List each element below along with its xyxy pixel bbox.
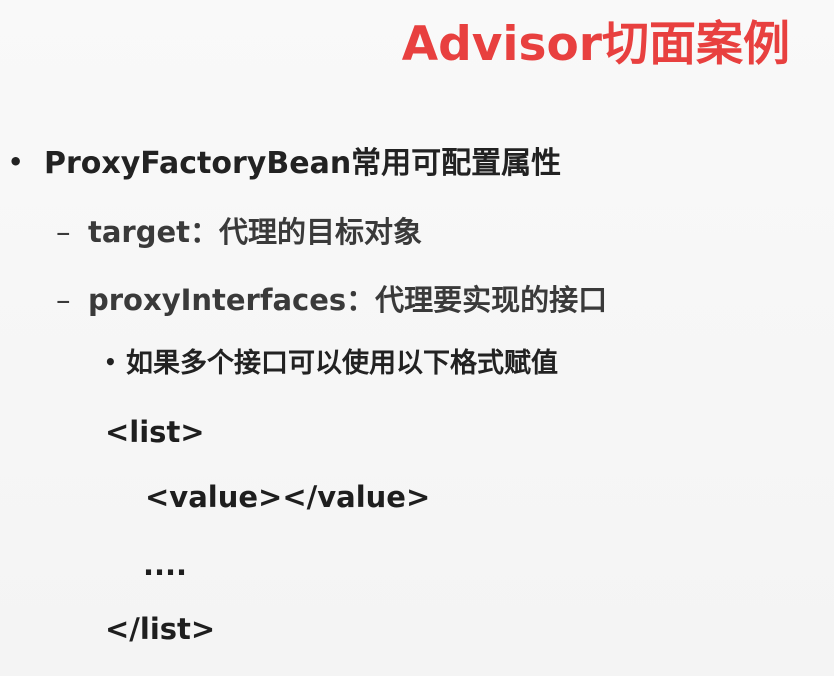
code-line-value: <value></value> bbox=[145, 480, 431, 514]
bullet-item-proxy-interfaces: – proxyInterfaces：代理要实现的接口 bbox=[56, 283, 607, 318]
bullet-item-level3: • 如果多个接口可以使用以下格式赋值 bbox=[104, 348, 558, 380]
code-line-ellipsis: .... bbox=[143, 548, 188, 582]
slide: Advisor切面案例 • ProxyFactoryBean常用可配置属性 – ta… bbox=[0, 0, 834, 676]
slide-title: Advisor切面案例 bbox=[401, 17, 790, 72]
bullet-text: target：代理的目标对象 bbox=[88, 215, 423, 249]
bullet-dash-icon: – bbox=[56, 215, 71, 249]
bullet-item-level1: • ProxyFactoryBean常用可配置属性 bbox=[8, 146, 561, 182]
bullet-item-target: – target：代理的目标对象 bbox=[56, 215, 422, 250]
bullet-dot-icon: • bbox=[8, 148, 24, 176]
bullet-text: ProxyFactoryBean常用可配置属性 bbox=[44, 146, 562, 181]
bullet-dash-icon: – bbox=[56, 283, 71, 317]
bullet-dot-icon: • bbox=[104, 350, 117, 374]
code-line-list-close: </list> bbox=[105, 612, 216, 646]
bullet-text: proxyInterfaces：代理要实现的接口 bbox=[88, 283, 608, 317]
bullet-text: 如果多个接口可以使用以下格式赋值 bbox=[126, 348, 558, 379]
code-line-list-open: <list> bbox=[105, 415, 205, 449]
